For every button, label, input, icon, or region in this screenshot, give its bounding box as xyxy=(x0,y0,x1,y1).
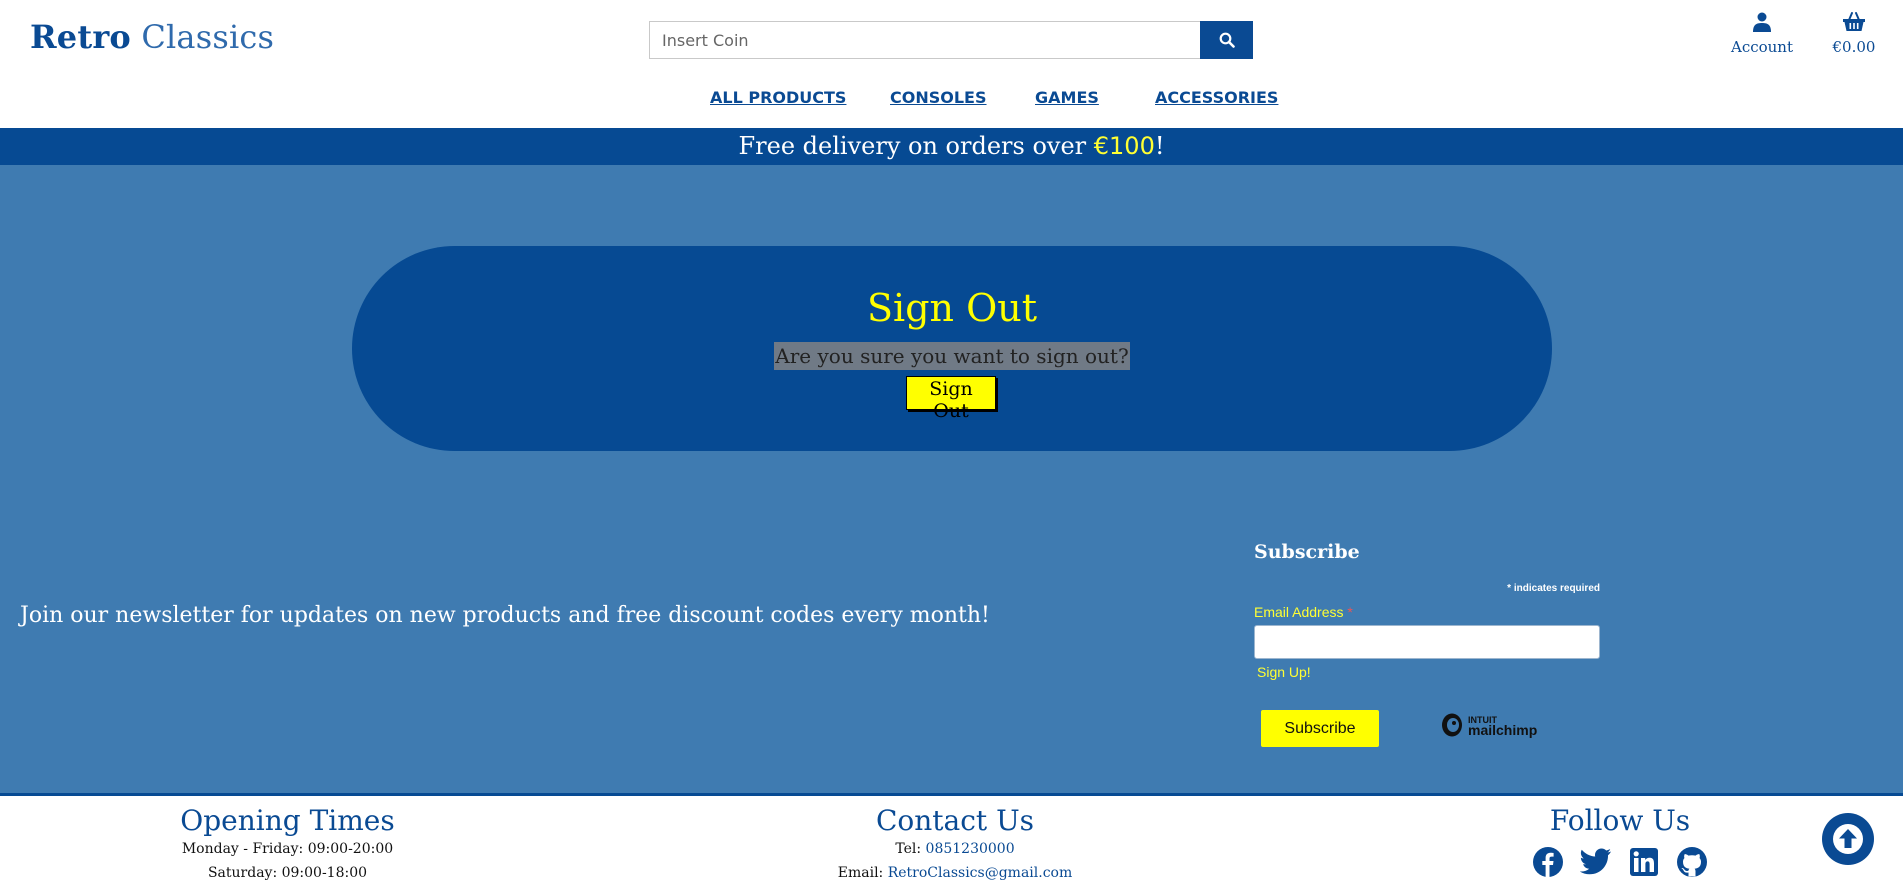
signout-question: Are you sure you want to sign out? xyxy=(774,342,1130,370)
email-field[interactable] xyxy=(1254,625,1600,659)
main-nav: ALL PRODUCTS CONSOLES GAMES ACCESSORIES xyxy=(0,88,1903,112)
nav-consoles[interactable]: CONSOLES xyxy=(890,88,987,107)
site-footer: Opening Times Monday - Friday: 09:00-20:… xyxy=(0,793,1903,895)
nav-all-products[interactable]: ALL PRODUCTS xyxy=(710,88,846,107)
twitter-icon[interactable] xyxy=(1579,845,1613,879)
opening-title: Opening Times xyxy=(180,804,395,837)
contact-email: Email: RetroClassics@gmail.com xyxy=(830,861,1080,885)
required-star: * xyxy=(1507,583,1512,594)
linkedin-icon[interactable] xyxy=(1627,845,1661,879)
back-to-top-button[interactable] xyxy=(1822,813,1874,865)
page-title: Sign Out xyxy=(867,286,1037,330)
contact-title: Contact Us xyxy=(875,804,1035,837)
email-required-star: * xyxy=(1347,604,1353,620)
social-links xyxy=(1510,845,1730,879)
required-note: * indicates required xyxy=(1400,583,1600,594)
account-link[interactable]: Account xyxy=(1729,12,1795,56)
mailchimp-logo[interactable]: INTUIT mailchimp xyxy=(1440,712,1537,738)
subscribe-button[interactable]: Subscribe xyxy=(1261,710,1379,747)
logo-bold-text: Retro xyxy=(30,18,131,56)
mailchimp-bottom: mailchimp xyxy=(1468,722,1538,738)
site-header: Retro Classics Account €0.00 ALL PRODUCT xyxy=(0,0,1903,128)
signup-text: Sign Up! xyxy=(1257,664,1311,680)
facebook-icon[interactable] xyxy=(1531,845,1565,879)
signout-button[interactable]: Sign Out xyxy=(906,376,996,422)
opening-weekday: Monday - Friday: 09:00-20:00 xyxy=(181,841,394,857)
contact-us: Contact Us Tel: 0851230000 Email: RetroC… xyxy=(830,804,1080,885)
follow-title: Follow Us xyxy=(1549,804,1691,837)
delivery-banner: Free delivery on orders over €100! xyxy=(0,128,1903,165)
required-note-text: indicates required xyxy=(1513,583,1600,594)
email-label-text: Email Address xyxy=(1254,604,1344,620)
arrow-up-circle-icon xyxy=(1833,824,1863,854)
github-icon[interactable] xyxy=(1675,845,1709,879)
main-content: Sign Out Are you sure you want to sign o… xyxy=(0,165,1903,793)
mailchimp-words: INTUIT mailchimp xyxy=(1468,715,1538,738)
newsletter-text: Join our newsletter for updates on new p… xyxy=(20,603,990,628)
account-label: Account xyxy=(1730,38,1793,56)
banner-suffix: ! xyxy=(1154,132,1165,160)
mailchimp-icon xyxy=(1442,713,1462,737)
email-link[interactable]: RetroClassics@gmail.com xyxy=(888,865,1073,881)
site-logo[interactable]: Retro Classics xyxy=(30,18,274,56)
follow-us: Follow Us xyxy=(1510,804,1730,879)
signout-confirm: Are you sure you want to sign out? xyxy=(352,342,1552,370)
nav-games[interactable]: GAMES xyxy=(1035,88,1099,107)
nav-accessories[interactable]: ACCESSORIES xyxy=(1155,88,1278,107)
logo-light-text: Classics xyxy=(141,18,275,56)
opening-times: Opening Times Monday - Friday: 09:00-20:… xyxy=(180,804,395,885)
signout-card: Sign Out Are you sure you want to sign o… xyxy=(352,246,1552,451)
basket-icon xyxy=(1843,12,1865,31)
banner-amount: €100 xyxy=(1093,132,1155,160)
cart-total: €0.00 xyxy=(1832,38,1876,56)
search-input[interactable] xyxy=(649,21,1201,59)
cart-link[interactable]: €0.00 xyxy=(1826,12,1882,56)
search-form xyxy=(649,21,1253,59)
email-label: Email Address * xyxy=(1254,604,1353,620)
tel-label: Tel: xyxy=(895,841,926,857)
subscribe-title: Subscribe xyxy=(1254,541,1360,563)
opening-saturday: Saturday: 09:00-18:00 xyxy=(207,865,368,881)
search-button[interactable] xyxy=(1200,21,1253,59)
contact-tel: Tel: 0851230000 xyxy=(830,837,1080,861)
email-label-footer: Email: xyxy=(837,865,888,881)
banner-text: Free delivery on orders over xyxy=(738,132,1094,160)
user-icon xyxy=(1753,12,1771,32)
tel-link[interactable]: 0851230000 xyxy=(926,841,1015,857)
search-icon xyxy=(1219,32,1235,48)
